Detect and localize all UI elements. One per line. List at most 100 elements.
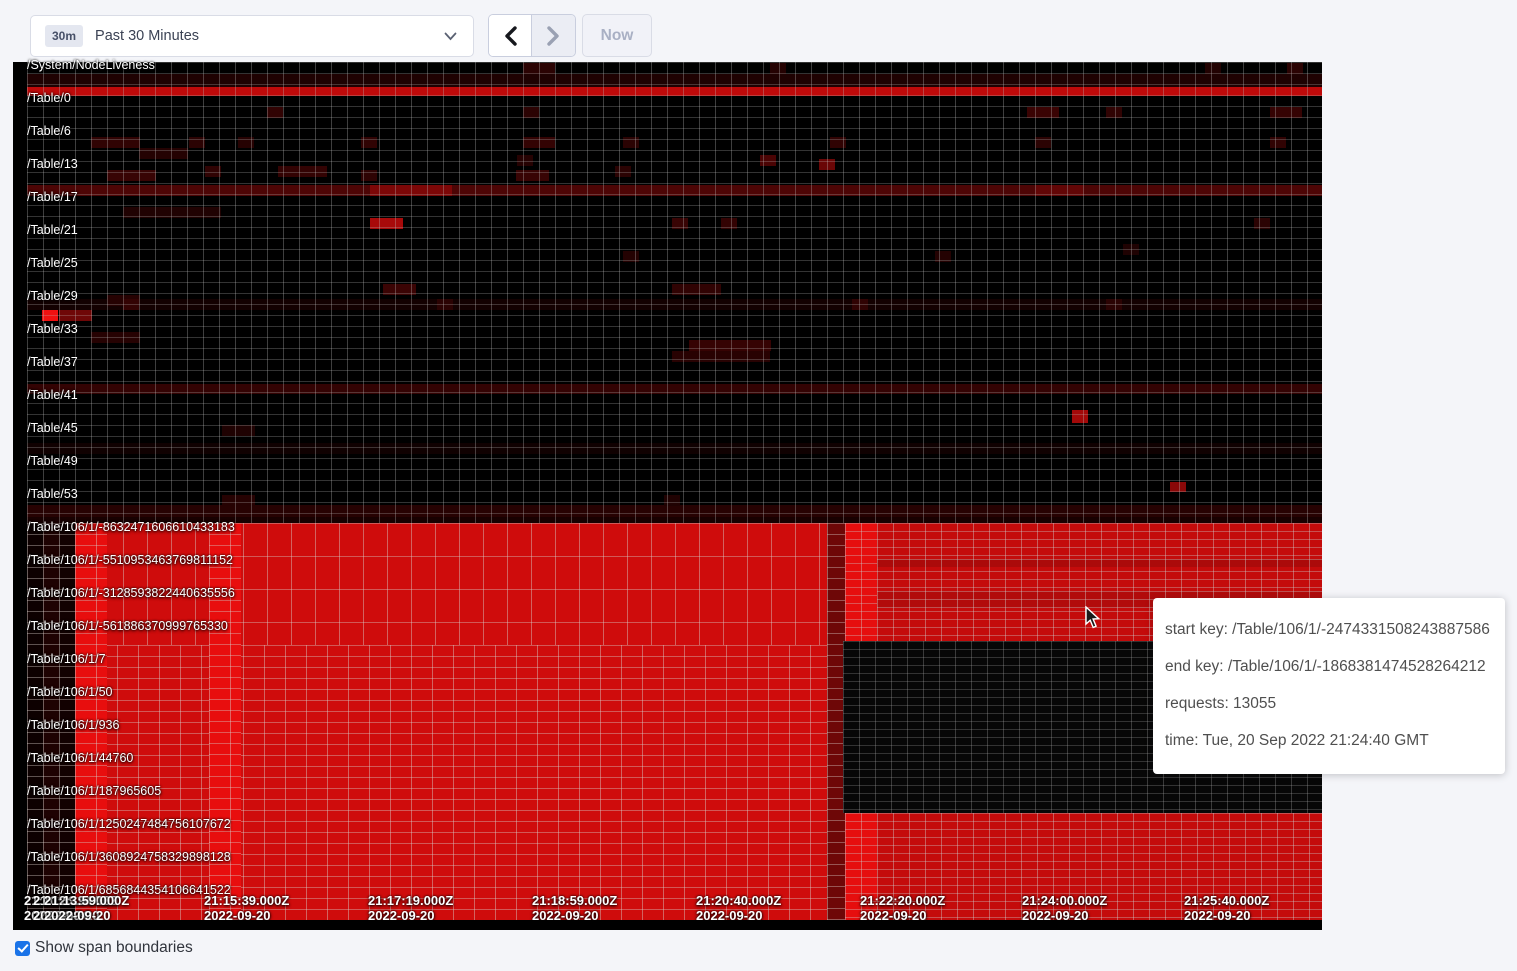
row-label: /Table/106/1/-3128593822440635556 <box>27 586 235 600</box>
time-axis-label: 21:25:40.000Z2022-09-20 <box>1184 893 1269 923</box>
row-label: /Table/106/1/187965605 <box>27 784 161 798</box>
heatmap-region <box>27 299 1322 310</box>
heatmap-region <box>437 299 453 310</box>
row-label: /Table/33 <box>27 322 78 336</box>
heatmap-region <box>75 523 107 920</box>
toolbar: 30m Past 30 Minutes Now <box>0 0 1517 62</box>
heatmap-region <box>13 62 1322 930</box>
row-label: /Table/25 <box>27 256 78 270</box>
tooltip-start-key: start key: /Table/106/1/-247433150824388… <box>1165 611 1493 648</box>
row-label: /Table/29 <box>27 289 78 303</box>
heatmap-region <box>689 340 771 351</box>
heatmap-region <box>517 155 533 166</box>
heatmap-region <box>523 63 555 74</box>
heatmap-region <box>59 310 92 321</box>
show-span-boundaries-label[interactable]: Show span boundaries <box>35 939 193 957</box>
row-label: /Table/21 <box>27 223 78 237</box>
time-axis-label: 21:17:19.000Z2022-09-20 <box>368 893 453 923</box>
tooltip-requests: requests: 13055 <box>1165 685 1493 722</box>
key-visualizer-heatmap[interactable]: /System/NodeLiveness/Table/0/Table/6/Tab… <box>0 0 1517 971</box>
chevron-left-icon <box>504 26 517 46</box>
heatmap-region <box>1072 410 1088 423</box>
heatmap-region <box>877 559 1322 567</box>
tooltip-end-key: end key: /Table/106/1/-18683814745282642… <box>1165 648 1493 685</box>
heatmap-region <box>91 332 140 343</box>
time-axis-label: 21:18:59.000Z2022-09-20 <box>532 893 617 923</box>
heatmap-region <box>819 159 835 170</box>
row-label: /Table/0 <box>27 91 71 105</box>
row-label: /Table/106/1/44760 <box>27 751 133 765</box>
heatmap-region <box>43 523 59 920</box>
heatmap-region <box>1170 482 1186 492</box>
now-button[interactable]: Now <box>582 14 652 57</box>
heatmap-region <box>1106 299 1122 310</box>
time-axis-label: 21:22:20.000Z2022-09-20 <box>860 893 945 923</box>
time-axis-label: 21:27:20.000Z2022-09-20 <box>1348 893 1433 923</box>
mouse-cursor-icon <box>1084 606 1102 635</box>
heatmap-region <box>1035 185 1084 196</box>
chevron-down-icon <box>444 29 457 44</box>
heatmap-region <box>1254 218 1270 229</box>
heatmap-region <box>1270 107 1302 118</box>
heatmap-region <box>623 251 639 262</box>
heatmap-region <box>27 443 1322 454</box>
time-axis-label: 21:13:59.000Z2022-09-20 <box>44 893 129 923</box>
row-label: /Table/13 <box>27 157 78 171</box>
heatmap-region <box>523 107 539 118</box>
row-label: /Table/37 <box>27 355 78 369</box>
heatmap-region <box>139 148 188 159</box>
heatmap-region <box>361 170 377 181</box>
heatmap-region <box>516 170 549 181</box>
heatmap-region <box>845 813 1322 920</box>
heatmap-region <box>672 218 688 229</box>
time-axis-label: 21:15:39.000Z2022-09-20 <box>204 893 289 923</box>
time-axis-label: 21:10:39.000Z2022-09-20 <box>24 893 109 923</box>
time-axis-label: 21:20:40.000Z2022-09-20 <box>696 893 781 923</box>
heatmap-region <box>123 299 139 310</box>
time-axis-label: 21:12:19.000Z2022-09-20 <box>33 893 118 923</box>
heatmap-region <box>1287 63 1303 74</box>
row-label: /Table/106/1/-561886370999765330 <box>27 619 228 633</box>
span-tooltip: start key: /Table/106/1/-247433150824388… <box>1153 598 1505 774</box>
heatmap-region <box>615 166 631 177</box>
heatmap-region <box>672 351 770 362</box>
heatmap-region <box>760 155 776 166</box>
heatmap-region <box>27 517 1322 523</box>
next-interval-button[interactable] <box>532 15 575 56</box>
heatmap-region <box>721 218 737 229</box>
heatmap-region <box>107 170 156 181</box>
heatmap-region <box>361 137 377 148</box>
heatmap-region <box>222 495 255 506</box>
heatmap-region <box>1035 137 1051 148</box>
heatmap-region <box>27 384 1322 394</box>
row-label: /Table/106/1/-5510953463769811152 <box>27 553 233 567</box>
heatmap-region <box>845 523 877 641</box>
heatmap-region <box>27 74 1322 87</box>
time-range-select[interactable]: 30m Past 30 Minutes <box>30 15 474 57</box>
heatmap-region <box>383 284 416 295</box>
heatmap-region <box>852 299 868 310</box>
row-label: /Table/106/1/1250247484756107672 <box>27 817 231 831</box>
row-label: /Table/106/1/7 <box>27 652 106 666</box>
heatmap-region <box>770 63 786 74</box>
heatmap-region <box>1106 107 1122 118</box>
row-label: /Table/106/1/-8632471606610433183 <box>27 520 235 534</box>
heatmap-region <box>91 137 140 148</box>
heatmap-region <box>27 523 43 920</box>
heatmap-region <box>27 505 1322 517</box>
heatmap-region <box>222 425 255 436</box>
heatmap-region <box>189 137 205 148</box>
heatmap-region <box>370 218 403 229</box>
show-span-boundaries-checkbox[interactable] <box>15 941 30 956</box>
previous-interval-button[interactable] <box>489 15 532 56</box>
row-label: /Table/6 <box>27 124 71 138</box>
heatmap-region <box>27 185 1322 196</box>
heatmap-region <box>267 107 283 118</box>
heatmap-region <box>830 137 846 148</box>
heatmap-region <box>209 523 241 920</box>
heatmap-region <box>827 523 845 920</box>
heatmap-region <box>1270 137 1286 148</box>
heatmap-region <box>42 310 58 321</box>
heatmap-region <box>205 166 221 177</box>
heatmap-region <box>370 185 452 196</box>
